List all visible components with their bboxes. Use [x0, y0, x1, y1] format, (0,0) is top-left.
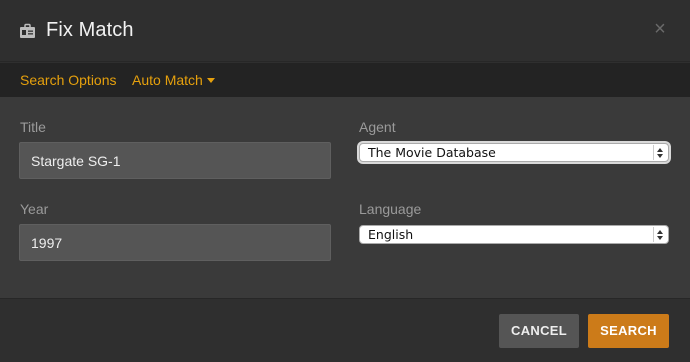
year-label: Year: [20, 201, 49, 217]
cancel-button[interactable]: CANCEL: [499, 314, 579, 348]
id-card-icon: [19, 23, 36, 40]
caret-down-icon: [206, 78, 215, 83]
dialog-header: Fix Match ×: [0, 0, 690, 62]
select-arrows-icon: [653, 145, 666, 160]
fix-match-dialog: Fix Match × Search Options Auto Match Ti…: [0, 0, 690, 362]
tab-label: Search Options: [20, 72, 117, 88]
close-button[interactable]: ×: [652, 19, 668, 39]
language-select-value: English: [368, 227, 414, 242]
agent-label: Agent: [359, 119, 396, 135]
language-label: Language: [359, 201, 422, 217]
search-button[interactable]: SEARCH: [588, 314, 669, 348]
language-select[interactable]: English: [359, 225, 669, 244]
agent-select[interactable]: The Movie Database: [359, 143, 669, 162]
select-arrows-icon: [653, 227, 666, 242]
tab-bar: Search Options Auto Match: [0, 63, 690, 97]
tab-label: Auto Match: [132, 72, 203, 88]
year-input[interactable]: [19, 224, 331, 261]
form-area: Title Year Agent The Movie Database Lang…: [0, 97, 690, 298]
tab-search-options[interactable]: Search Options: [20, 72, 117, 88]
dialog-footer: CANCEL SEARCH: [0, 298, 690, 362]
agent-select-value: The Movie Database: [368, 145, 496, 160]
tab-auto-match[interactable]: Auto Match: [132, 72, 215, 88]
title-input[interactable]: [19, 142, 331, 179]
title-label: Title: [20, 119, 46, 135]
dialog-title: Fix Match: [46, 19, 134, 41]
